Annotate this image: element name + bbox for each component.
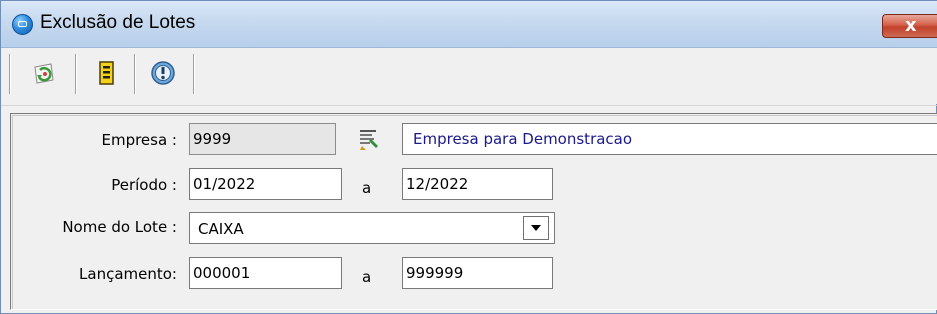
lancamento-to-input[interactable]: 999999 (402, 257, 553, 289)
dialog-window: Exclusão de Lotes x Empresa: 9999 Empre… (0, 0, 937, 314)
chevron-down-icon[interactable] (523, 216, 549, 240)
toolbar-separator (75, 54, 76, 94)
nome-lote-select[interactable]: CAIXA (189, 212, 555, 244)
nome-lote-selected-value: CAIXA (198, 220, 244, 238)
app-window-icon[interactable] (12, 14, 33, 35)
periodo-range-separator: a (362, 179, 372, 197)
search-company-icon (360, 130, 378, 150)
refresh-button[interactable] (29, 58, 59, 88)
toolbar-separator (134, 54, 135, 94)
nome-lote-label: Nome do Lote : (62, 218, 177, 236)
document-list-icon (99, 61, 114, 85)
periodo-from-input[interactable]: 01/2022 (189, 168, 342, 200)
toolbar-separator (193, 54, 194, 94)
lancamento-from-input[interactable]: 000001 (189, 257, 342, 289)
window-title: Exclusão de Lotes (40, 12, 196, 33)
help-button[interactable] (148, 58, 178, 88)
periodo-label: Período : (111, 176, 177, 194)
execute-button[interactable] (91, 58, 121, 88)
toolbar (1, 48, 937, 104)
toolbar-divider (1, 105, 937, 106)
close-icon: x (905, 15, 917, 36)
periodo-to-input[interactable]: 12/2022 (402, 168, 553, 200)
refresh-icon (34, 63, 54, 84)
lancamento-range-separator: a (362, 268, 372, 286)
empresa-code-field[interactable]: 9999 (189, 123, 336, 155)
search-company-button[interactable] (357, 127, 381, 151)
title-bar[interactable]: Exclusão de Lotes x (1, 1, 937, 48)
toolbar-separator (9, 54, 10, 94)
lancamento-label: Lançamento: (79, 265, 177, 283)
info-icon (151, 61, 175, 85)
empresa-label: Empresa : (101, 131, 177, 149)
close-button[interactable]: x (882, 14, 937, 38)
empresa-name-field: Empresa para Demonstracao (402, 123, 937, 155)
